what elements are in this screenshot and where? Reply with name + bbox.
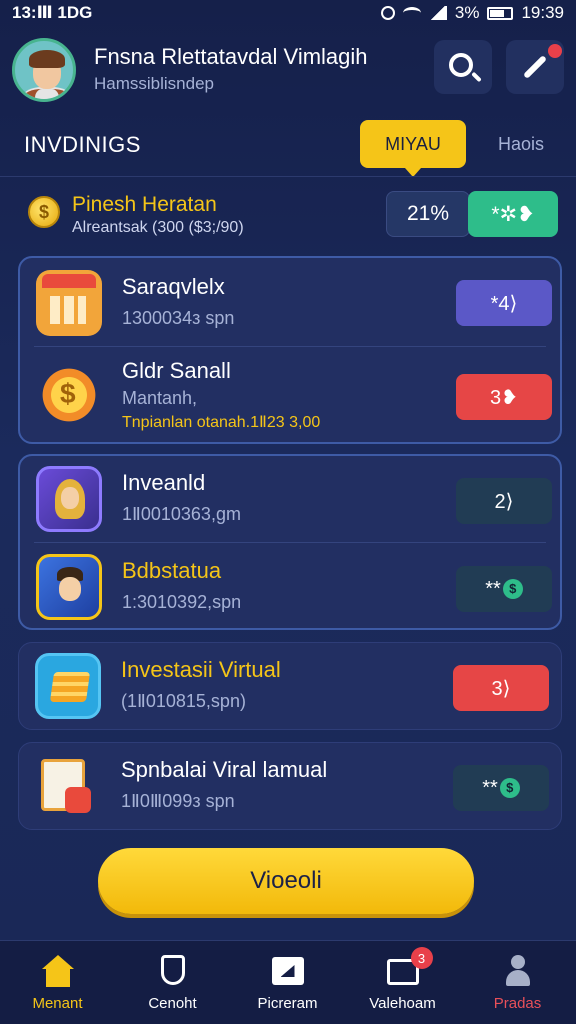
- box-stack-icon: [35, 653, 101, 719]
- shield-icon: [157, 955, 189, 987]
- list-item[interactable]: Saraqvlelx 1300034з spn *4⟩: [20, 258, 564, 350]
- tool-icon: [522, 54, 548, 80]
- battery-percent: 3%: [454, 3, 480, 22]
- search-button[interactable]: [434, 40, 492, 94]
- item-action-button[interactable]: 3⟩: [453, 665, 549, 711]
- avatar-jacket: [23, 89, 71, 99]
- avatar-hair: [29, 50, 65, 68]
- dollar-icon: $: [499, 778, 520, 798]
- summary-action-button[interactable]: *✲❥: [468, 191, 558, 237]
- clipboard-icon: [35, 753, 101, 819]
- nav-label: Cenoht: [148, 995, 197, 1012]
- section-divider: [0, 176, 576, 177]
- card-divider: [34, 346, 546, 347]
- girl-avatar-icon: [36, 466, 102, 532]
- investment-card-group-1: Saraqvlelx 1300034з spn *4⟩ Gldr Sanall …: [18, 256, 562, 444]
- header: Fnsna Rlettatavdal Vimlagih Hamssiblisnd…: [12, 36, 564, 102]
- item-title: Investasii Virtual: [121, 657, 281, 682]
- item-subtitle: 1Ⅱ0Ⅲ099з spn: [121, 791, 235, 811]
- summary-percent: 21%: [386, 191, 470, 237]
- alarm-icon: [380, 6, 395, 20]
- item-subtitle: 1:3010392,spn: [122, 592, 242, 612]
- wifi-icon: [402, 7, 421, 19]
- status-time-right: 19:39: [521, 3, 564, 22]
- item-action-button[interactable]: 2⟩: [456, 478, 552, 524]
- coin-icon: $: [28, 196, 60, 228]
- summary-title: Pinesh Heratan: [72, 193, 217, 216]
- investment-card-group-2: Inveanld 1Ⅱ0010363,gm 2⟩ Bdbstatua 1:301…: [18, 454, 562, 630]
- status-icons: 3% 19:39: [380, 3, 564, 23]
- notification-badge: 3: [410, 947, 433, 969]
- battery-icon: [487, 6, 514, 20]
- list-item[interactable]: Gldr Sanall Mantanh, Tnpianlan otanah.1Ⅱ…: [20, 350, 564, 444]
- item-action-button[interactable]: ** $: [453, 765, 549, 811]
- boy-avatar-icon: [36, 554, 102, 620]
- item-subtitle: 1Ⅱ0010363,gm: [122, 504, 241, 524]
- nav-label: Menant: [32, 995, 83, 1012]
- list-item[interactable]: Inveanld 1Ⅱ0010363,gm 2⟩: [20, 456, 564, 542]
- tab-inactive[interactable]: Haois: [480, 120, 562, 168]
- profile-icon: [502, 955, 534, 987]
- card-icon: [271, 955, 304, 987]
- signal-icon: [428, 6, 447, 20]
- notification-dot: [548, 44, 562, 58]
- nav-label: Valehoam: [369, 995, 436, 1012]
- home-icon: [41, 955, 74, 987]
- item-detail: Tnpianlan otanah.1Ⅱ23 3,00: [122, 414, 321, 431]
- search-icon: [449, 53, 473, 77]
- coin-sun-icon: [36, 362, 102, 428]
- user-subtitle: Hamssiblisndep: [94, 74, 214, 93]
- nav-item-profile[interactable]: Pradas: [460, 941, 575, 1024]
- item-title: Inveanld: [122, 470, 206, 495]
- status-bar: 13:Ⅲ 1DG 3% 19:39: [0, 0, 576, 26]
- wallet-icon: 3: [386, 947, 433, 987]
- section-title: INVDINIGS: [24, 132, 141, 157]
- primary-button[interactable]: Vioeoli: [98, 848, 474, 914]
- nav-label: Picreram: [257, 995, 318, 1012]
- item-subtitle: 1300034з spn: [122, 308, 235, 328]
- nav-item-card[interactable]: Picreram: [230, 941, 345, 1024]
- item-action-button[interactable]: 3❥: [456, 374, 552, 420]
- item-action-label: **: [485, 577, 501, 600]
- status-time-left: 13:Ⅲ 1DG: [12, 3, 93, 22]
- item-subtitle: Mantanh,: [122, 388, 198, 408]
- store-icon: [36, 270, 102, 336]
- tab-active[interactable]: MIYAU: [360, 120, 466, 177]
- investment-card[interactable]: Spnbalai Viral lamual 1Ⅱ0Ⅲ099з spn ** $: [18, 742, 562, 830]
- avatar[interactable]: [12, 38, 76, 102]
- nav-item-wallet[interactable]: 3 Valehoam: [345, 941, 460, 1024]
- nav-label: Pradas: [493, 995, 542, 1012]
- item-action-label: **: [482, 776, 498, 799]
- dollar-icon: $: [502, 579, 523, 599]
- card-divider: [34, 542, 546, 543]
- item-action-button[interactable]: *4⟩: [456, 280, 552, 326]
- user-name: Fnsna Rlettatavdal Vimlagih: [94, 44, 368, 69]
- nav-item-home[interactable]: Menant: [0, 941, 115, 1024]
- item-title: Bdbstatua: [122, 558, 222, 583]
- item-title: Saraqvlelx: [122, 274, 225, 299]
- item-title: Spnbalai Viral lamual: [121, 757, 328, 782]
- item-title: Gldr Sanall: [122, 358, 231, 383]
- bottom-nav: Menant Cenoht Picreram 3 Valehoam Pradas: [0, 940, 576, 1024]
- nav-item-shield[interactable]: Cenoht: [115, 941, 230, 1024]
- item-action-button[interactable]: ** $: [456, 566, 552, 612]
- item-subtitle: (1Ⅱ010815,spn): [121, 691, 246, 711]
- list-item[interactable]: Bdbstatua 1:3010392,spn ** $: [20, 544, 564, 630]
- summary-subtitle: Alreantsak (300 ($3;/90): [72, 219, 244, 236]
- investment-card[interactable]: Investasii Virtual (1Ⅱ010815,spn) 3⟩: [18, 642, 562, 730]
